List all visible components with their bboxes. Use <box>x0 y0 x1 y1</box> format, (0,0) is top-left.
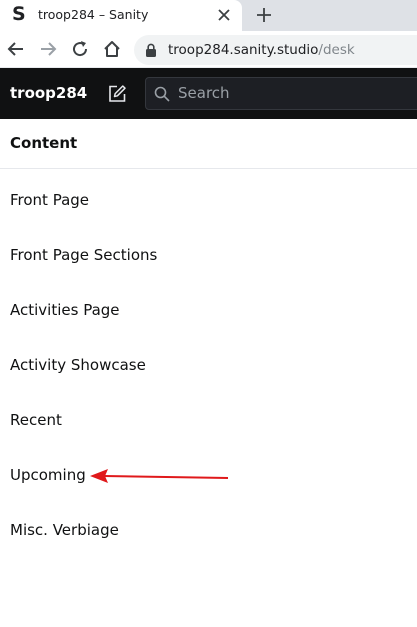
lock-icon <box>146 43 156 57</box>
address-bar[interactable]: troop284.sanity.studio/desk <box>134 35 417 65</box>
browser-tab-strip: S troop284 – Sanity <box>0 0 417 31</box>
list-item-activities-page[interactable]: Activities Page <box>0 284 417 339</box>
content-pane-header: Content <box>0 119 417 169</box>
back-arrow-icon[interactable] <box>6 39 26 59</box>
list-item-front-page[interactable]: Front Page <box>0 174 417 229</box>
list-item-label: Activities Page <box>10 301 120 319</box>
browser-tab[interactable]: S troop284 – Sanity <box>0 0 242 31</box>
studio-brand[interactable]: troop284 <box>10 84 87 102</box>
list-item-label: Activity Showcase <box>10 356 146 374</box>
sanity-favicon-icon: S <box>12 3 26 25</box>
pane-title: Content <box>10 134 78 152</box>
list-item-label: Front Page Sections <box>10 246 158 264</box>
list-item-label: Recent <box>10 411 62 429</box>
url-text: troop284.sanity.studio/desk <box>168 42 355 58</box>
list-item-misc-verbiage[interactable]: Misc. Verbiage <box>0 504 417 559</box>
home-icon[interactable] <box>102 39 122 59</box>
new-tab-icon[interactable] <box>254 5 274 25</box>
list-item-label: Misc. Verbiage <box>10 521 119 539</box>
close-tab-icon[interactable] <box>214 5 234 25</box>
search-icon <box>154 86 170 102</box>
list-item-label: Upcoming <box>10 466 86 484</box>
list-item-front-page-sections[interactable]: Front Page Sections <box>0 229 417 284</box>
compose-icon[interactable] <box>106 83 128 105</box>
forward-arrow-icon[interactable] <box>38 39 58 59</box>
reload-icon[interactable] <box>70 39 90 59</box>
annotation-arrow-icon <box>90 469 229 483</box>
list-item-label: Front Page <box>10 191 90 209</box>
search-input[interactable]: Search <box>145 77 417 110</box>
list-item-activity-showcase[interactable]: Activity Showcase <box>0 339 417 394</box>
studio-navbar: troop284 Search <box>0 68 417 119</box>
list-item-recent[interactable]: Recent <box>0 394 417 449</box>
search-placeholder: Search <box>178 84 230 102</box>
tab-title: troop284 – Sanity <box>38 7 149 22</box>
browser-toolbar: troop284.sanity.studio/desk <box>0 31 417 68</box>
